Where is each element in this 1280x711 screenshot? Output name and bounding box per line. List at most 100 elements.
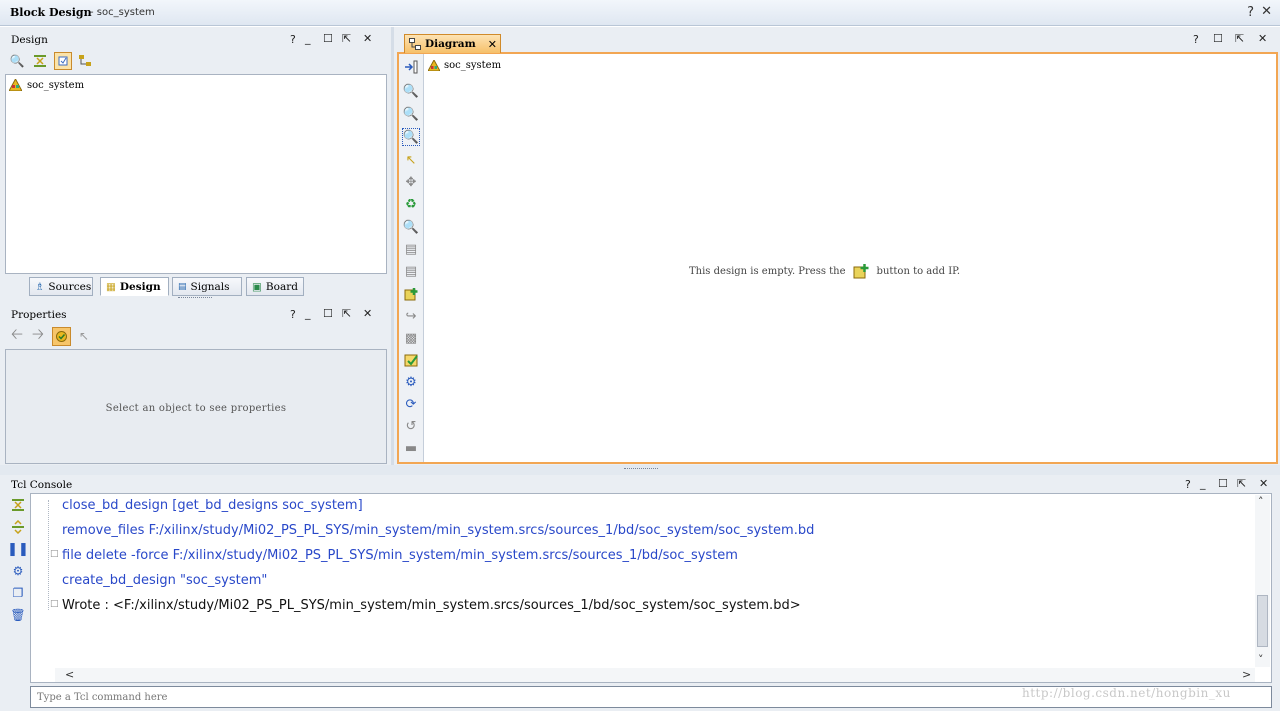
console-maximize-button[interactable]: ☐ bbox=[1218, 477, 1228, 490]
console-help-button[interactable]: ? bbox=[1185, 478, 1191, 491]
console-close-button[interactable]: ✕ bbox=[1259, 477, 1268, 490]
zoom-out-icon[interactable]: 🔍 bbox=[402, 105, 420, 123]
tab-board-label: Board bbox=[265, 280, 298, 293]
tab-diagram-close[interactable]: ✕ bbox=[488, 38, 497, 51]
design-float-button[interactable]: ⇱ bbox=[342, 32, 351, 45]
console-minimize-button[interactable]: _ bbox=[1200, 477, 1206, 490]
sources-icon: ♗ bbox=[35, 280, 45, 293]
design-close-button[interactable]: ✕ bbox=[363, 32, 372, 45]
align-bottom-icon[interactable]: ▤ bbox=[402, 262, 420, 280]
find-icon[interactable]: ⚙ bbox=[10, 563, 26, 579]
auto-connect-icon[interactable] bbox=[54, 52, 72, 70]
tab-design[interactable]: ▦ Design bbox=[100, 277, 169, 296]
properties-float-button[interactable]: ⇱ bbox=[342, 307, 351, 320]
properties-panel-title: Properties bbox=[11, 309, 67, 321]
splitter-grip bbox=[624, 468, 658, 469]
add-module-icon[interactable]: ▩ bbox=[402, 329, 420, 347]
design-maximize-button[interactable]: ☐ bbox=[323, 32, 333, 45]
diagram-float-button[interactable]: ⇱ bbox=[1235, 32, 1244, 45]
forward-arrow-icon[interactable]: 🡢 bbox=[30, 325, 46, 344]
console-line: file delete -force F:/xilinx/study/Mi02_… bbox=[62, 548, 738, 563]
hierarchy-icon[interactable] bbox=[77, 53, 93, 69]
refresh-icon[interactable]: ⟳ bbox=[402, 395, 420, 413]
horizontal-splitter[interactable] bbox=[0, 465, 1280, 475]
scroll-up-arrow[interactable]: ˄ bbox=[1258, 495, 1264, 508]
properties-help-button[interactable]: ? bbox=[290, 308, 296, 321]
board-icon: ▣ bbox=[252, 280, 262, 293]
fold-marker[interactable]: □ bbox=[50, 549, 59, 559]
zoom-selection-icon[interactable]: 🔍 bbox=[402, 218, 420, 236]
make-connection-icon[interactable]: ↪ bbox=[402, 307, 420, 325]
undo-icon[interactable]: ↺ bbox=[402, 417, 420, 435]
design-tree: soc_system bbox=[5, 74, 387, 274]
console-line: close_bd_design [get_bd_designs soc_syst… bbox=[62, 498, 363, 513]
fit-selection-icon[interactable]: ♻ bbox=[402, 195, 420, 213]
console-vertical-scrollbar[interactable]: ˄ ˅ bbox=[1255, 495, 1270, 667]
design-help-button[interactable]: ? bbox=[290, 33, 296, 46]
tcl-console-title: Tcl Console bbox=[11, 479, 73, 491]
properties-maximize-button[interactable]: ☐ bbox=[323, 307, 333, 320]
design-panel-header: Design ? _ ☐ ⇱ ✕ bbox=[5, 31, 387, 49]
expand-all-icon[interactable] bbox=[10, 519, 26, 535]
splitter-grip[interactable] bbox=[178, 297, 212, 299]
block-design-icon bbox=[9, 79, 22, 91]
empty-message-before: This design is empty. Press the bbox=[689, 266, 846, 277]
properties-minimize-button[interactable]: _ bbox=[305, 307, 311, 320]
window-close-button[interactable]: ✕ bbox=[1261, 4, 1272, 19]
properties-placeholder: Select an object to see properties bbox=[105, 403, 287, 414]
properties-close-button[interactable]: ✕ bbox=[363, 307, 372, 320]
tab-sources-label: Sources bbox=[48, 280, 92, 293]
scroll-left-arrow[interactable]: < bbox=[65, 668, 74, 681]
fold-marker[interactable]: □ bbox=[50, 599, 59, 609]
tab-diagram[interactable]: Diagram ✕ bbox=[404, 34, 501, 53]
properties-body: Select an object to see properties bbox=[5, 349, 387, 464]
console-line: remove_files F:/xilinx/study/Mi02_PS_PL_… bbox=[62, 523, 815, 538]
tab-signals[interactable]: ▤ Signals bbox=[172, 277, 242, 296]
tab-signals-label: Signals bbox=[190, 280, 230, 293]
breadcrumb-label: soc_system bbox=[444, 60, 502, 71]
auto-update-icon[interactable] bbox=[52, 327, 71, 346]
collapse-all-icon[interactable] bbox=[10, 497, 26, 513]
diagram-maximize-button[interactable]: ☐ bbox=[1213, 32, 1223, 45]
scroll-down-arrow[interactable]: ˅ bbox=[1258, 653, 1264, 666]
search-icon[interactable]: 🔍 bbox=[9, 53, 25, 69]
window-titlebar: Block Design - soc_system ? ✕ bbox=[0, 0, 1280, 26]
diagram-close-button[interactable]: ✕ bbox=[1258, 32, 1267, 45]
zoom-area-icon[interactable]: 🔍 bbox=[402, 128, 420, 146]
clear-console-icon[interactable]: 🗑 bbox=[10, 607, 26, 623]
signals-icon: ▤ bbox=[178, 281, 187, 292]
pause-icon[interactable]: ❚❚ bbox=[7, 541, 29, 557]
zoom-fit-icon[interactable]: ✥ bbox=[402, 173, 420, 191]
tab-board[interactable]: ▣ Board bbox=[246, 277, 304, 296]
validate-design-icon[interactable] bbox=[402, 351, 420, 369]
scroll-right-arrow[interactable]: > bbox=[1242, 668, 1251, 681]
select-area-icon[interactable]: ↖ bbox=[402, 151, 420, 169]
expand-sidebar-icon[interactable] bbox=[402, 58, 420, 76]
empty-design-message: This design is empty. Press the button t… bbox=[689, 263, 960, 280]
tab-sources[interactable]: ♗ Sources bbox=[29, 277, 93, 296]
window-subtitle: - soc_system bbox=[90, 7, 155, 18]
diagram-breadcrumb[interactable]: soc_system bbox=[428, 60, 501, 71]
copy-icon[interactable]: ❐ bbox=[10, 585, 26, 601]
add-ip-icon[interactable] bbox=[402, 285, 420, 303]
console-float-button[interactable]: ⇱ bbox=[1237, 477, 1246, 490]
pin-icon[interactable]: ▬ bbox=[402, 439, 420, 457]
console-line: create_bd_design "soc_system" bbox=[62, 573, 268, 588]
add-ip-icon[interactable] bbox=[853, 263, 870, 280]
collapse-all-icon[interactable] bbox=[32, 53, 48, 69]
diagram-icon bbox=[409, 38, 421, 50]
zoom-in-icon[interactable]: 🔍 bbox=[402, 82, 420, 100]
back-arrow-icon[interactable]: 🡠 bbox=[9, 325, 25, 344]
select-pointer-icon[interactable]: ↖ bbox=[76, 328, 92, 344]
tree-item-soc-system[interactable]: soc_system bbox=[9, 79, 84, 91]
empty-message-after: button to add IP. bbox=[876, 266, 961, 277]
align-top-icon[interactable]: ▤ bbox=[402, 240, 420, 258]
console-horizontal-scrollbar[interactable]: < > bbox=[55, 668, 1255, 682]
scrollbar-thumb[interactable] bbox=[1257, 595, 1268, 647]
tab-diagram-label: Diagram bbox=[425, 38, 476, 50]
regenerate-layout-icon[interactable]: ⚙ bbox=[402, 373, 420, 391]
diagram-help-button[interactable]: ? bbox=[1193, 33, 1199, 46]
design-minimize-button[interactable]: _ bbox=[305, 32, 311, 45]
window-help-button[interactable]: ? bbox=[1247, 5, 1254, 20]
tcl-console-output bbox=[30, 493, 1272, 683]
